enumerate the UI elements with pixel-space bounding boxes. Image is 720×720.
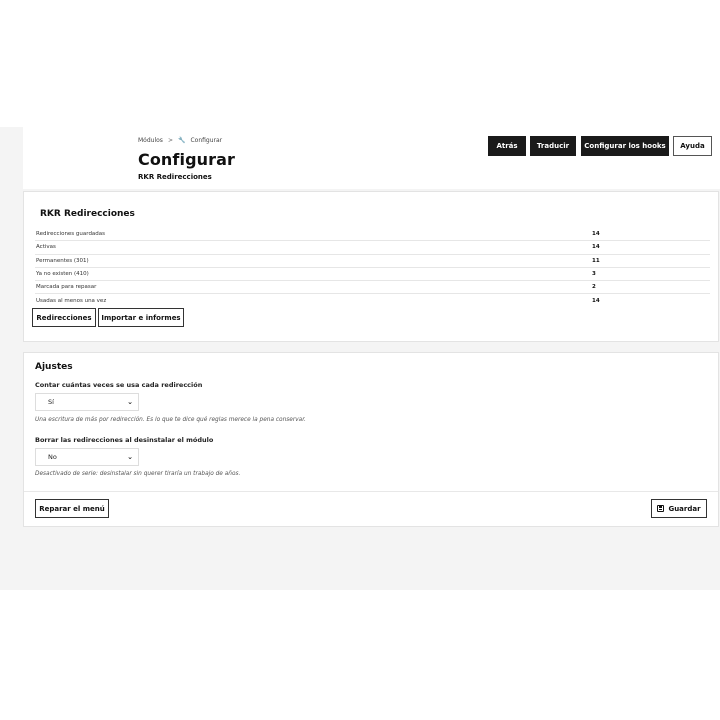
stat-label: Permanentes (301) — [35, 254, 591, 268]
stat-value: 3 — [591, 267, 710, 282]
stat-label: Usadas al menos una vez — [36, 297, 107, 304]
settings-footer: Reparar el menú Guardar — [24, 491, 718, 528]
table-row: Activas 14 — [35, 240, 710, 255]
stat-label: Activas — [35, 240, 591, 255]
delete-on-uninstall-help: Desactivado de serie: desinstalar sin qu… — [35, 471, 241, 477]
breadcrumb-separator: > — [167, 137, 173, 144]
settings-heading: Ajustes — [35, 362, 73, 372]
stat-label: Ya no existen (410) — [35, 267, 591, 282]
floppy-disk-icon — [657, 505, 665, 512]
stats-panel: RKR Redirecciones Redirecciones guardada… — [23, 191, 719, 342]
breadcrumb-current: Configurar — [190, 137, 223, 144]
redirects-button[interactable]: Redirecciones — [32, 308, 96, 327]
repair-menu-button[interactable]: Reparar el menú — [35, 499, 109, 518]
stat-value: 14 — [591, 228, 710, 242]
count-usage-label: Contar cuántas veces se usa cada redirec… — [35, 381, 203, 389]
table-row: Permanentes (301) 11 — [35, 254, 710, 268]
chevron-down-icon: ⌄ — [127, 398, 133, 406]
configure-hooks-button[interactable]: Configurar los hooks — [581, 136, 669, 156]
stats-table: Redirecciones guardadas 14 Activas 14 Pe… — [35, 228, 710, 307]
stat-value: 2 — [591, 280, 710, 295]
wrench-icon: 🔧 — [177, 137, 186, 144]
settings-panel: Ajustes Contar cuántas veces se usa cada… — [23, 352, 719, 527]
stat-value: 11 — [591, 254, 710, 268]
count-usage-help: Una escritura de más por redirección. Es… — [35, 417, 306, 423]
page-subtitle: RKR Redirecciones — [138, 173, 212, 181]
stat-value: 14 — [591, 240, 710, 255]
table-row: Redirecciones guardadas 14 — [35, 228, 710, 242]
count-usage-value: Sí — [48, 398, 54, 406]
delete-on-uninstall-value: No — [48, 453, 57, 461]
page-title: Configurar — [138, 150, 235, 169]
stat-label: Marcada para repasar — [35, 280, 591, 295]
stat-label: Redirecciones guardadas — [35, 228, 591, 242]
table-row: Usadas al menos una vez 14 — [35, 294, 710, 307]
delete-on-uninstall-select[interactable]: No ⌄ — [35, 448, 139, 466]
breadcrumb-modules[interactable]: Módulos — [138, 137, 163, 144]
breadcrumb: Módulos > 🔧 Configurar — [138, 137, 222, 144]
count-usage-select[interactable]: Sí ⌄ — [35, 393, 139, 411]
delete-on-uninstall-label: Borrar las redirecciones al desinstalar … — [35, 436, 214, 444]
import-reports-button[interactable]: Importar e informes — [98, 308, 184, 327]
back-button[interactable]: Atrás — [488, 136, 526, 156]
stat-value: 14 — [592, 297, 600, 304]
stats-heading: RKR Redirecciones — [40, 209, 135, 219]
chevron-down-icon: ⌄ — [127, 453, 133, 461]
save-button[interactable]: Guardar — [651, 499, 707, 518]
table-row: Marcada para repasar 2 — [35, 280, 710, 295]
save-label: Guardar — [668, 504, 701, 513]
help-button[interactable]: Ayuda — [673, 136, 712, 156]
table-row: Ya no existen (410) 3 — [35, 267, 710, 282]
translate-button[interactable]: Traducir — [530, 136, 576, 156]
